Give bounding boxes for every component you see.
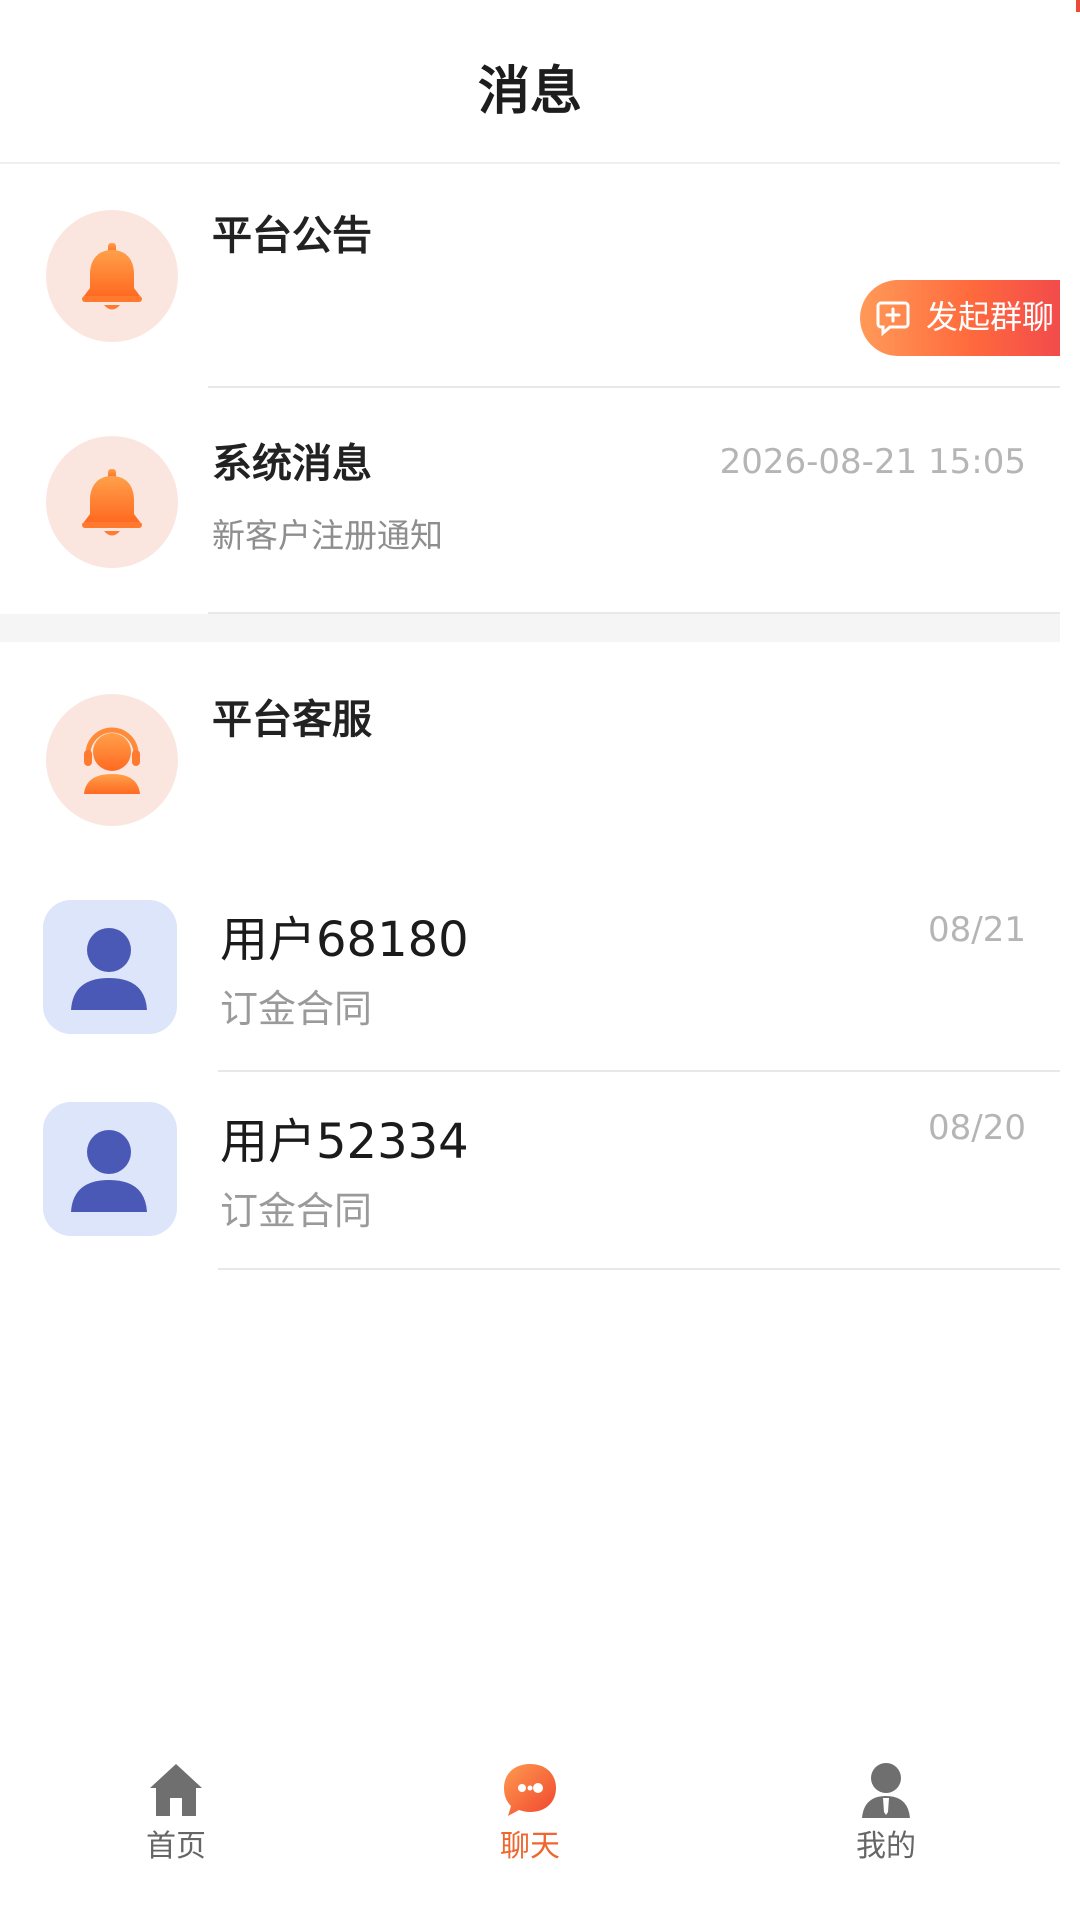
divider	[218, 1268, 1060, 1270]
chat-icon	[504, 1764, 556, 1816]
chat-preview: 订金合同	[220, 987, 373, 1031]
message-preview: 新客户注册通知	[212, 516, 443, 555]
chat-preview: 订金合同	[220, 1189, 373, 1233]
divider	[208, 386, 1060, 388]
top-bar: 消息	[0, 0, 1060, 164]
customer-service-title: 平台客服	[212, 697, 372, 743]
status-indicator	[1076, 0, 1080, 12]
tab-chat-label: 聊天	[500, 1829, 560, 1864]
home-icon	[150, 1764, 202, 1816]
bell-icon	[46, 436, 178, 568]
tab-home-label: 首页	[146, 1829, 206, 1864]
chat-date: 08/20	[928, 1108, 1026, 1148]
chat-plus-icon	[876, 301, 910, 336]
divider	[218, 1070, 1060, 1072]
section-separator	[0, 614, 1060, 642]
page-title: 消息	[477, 62, 582, 122]
list-item-chat[interactable]: 用户52334 08/20 订金合同	[0, 1074, 1060, 1270]
tab-chat[interactable]: 聊天	[430, 1740, 630, 1920]
start-group-chat-label: 发起群聊	[926, 298, 1055, 336]
bell-icon	[46, 210, 178, 342]
bottom-tab-bar: 首页 聊天 我的	[0, 1740, 1080, 1920]
list-item-chat[interactable]: 用户68180 08/21 订金合同	[0, 876, 1060, 1072]
user-avatar-icon	[43, 900, 177, 1034]
start-group-chat-button[interactable]: 发起群聊	[860, 280, 1060, 356]
tab-mine-label: 我的	[856, 1829, 916, 1864]
message-time: 2026-08-21 15:05	[719, 442, 1026, 482]
list-item-customer-service[interactable]: 平台客服	[0, 644, 1060, 874]
announcement-title: 平台公告	[212, 213, 372, 259]
user-avatar-icon	[43, 1102, 177, 1236]
chat-date: 08/21	[928, 910, 1026, 950]
chat-name: 用户68180	[220, 912, 469, 968]
system-message-title: 系统消息	[212, 441, 372, 487]
tab-home[interactable]: 首页	[76, 1740, 276, 1920]
list-item-system-message[interactable]: 系统消息 2026-08-21 15:05 新客户注册通知	[0, 390, 1060, 614]
profile-icon	[862, 1763, 910, 1818]
tab-mine[interactable]: 我的	[786, 1740, 986, 1920]
chat-name: 用户52334	[220, 1114, 469, 1170]
customer-service-icon	[46, 694, 178, 826]
